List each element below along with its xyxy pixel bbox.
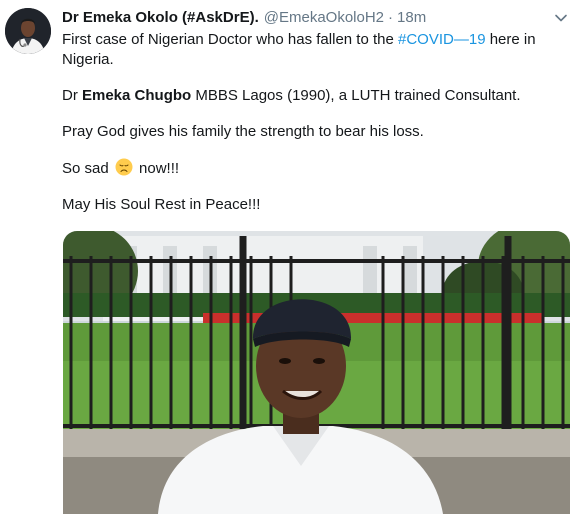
doctor-avatar-icon <box>5 8 51 54</box>
line2-pre: Dr <box>62 87 82 104</box>
tweet[interactable]: Dr Emeka Okolo (#AskDrE). @EmekaOkoloH2 … <box>0 0 577 514</box>
line4-pre: So sad <box>62 160 113 177</box>
tweet-text: First case of Nigerian Doctor who has fa… <box>62 30 562 215</box>
separator-dot: · <box>388 9 394 26</box>
tweet-line-1: First case of Nigerian Doctor who has fa… <box>62 30 562 70</box>
tweet-photo[interactable] <box>63 231 570 514</box>
disappointed-face-emoji-icon <box>115 158 133 176</box>
line1-pre: First case of Nigerian Doctor who has fa… <box>62 31 398 48</box>
tweet-content: Dr Emeka Okolo (#AskDrE). @EmekaOkoloH2 … <box>62 8 567 231</box>
photo-man-at-fence <box>63 231 570 514</box>
tweet-line-5: May His Soul Rest in Peace!!! <box>62 196 261 213</box>
tweet-line-2: Dr Emeka Chugbo MBBS Lagos (1990), a LUT… <box>62 86 562 106</box>
timestamp[interactable]: 18m <box>397 8 426 28</box>
line2-post: MBBS Lagos (1990), a LUTH trained Consul… <box>191 87 521 104</box>
tweet-line-3: Pray God gives his family the strength t… <box>62 123 424 140</box>
author-handle[interactable]: @EmekaOkoloH2 <box>264 8 384 28</box>
hashtag-link[interactable]: #COVID—19 <box>398 31 486 48</box>
line2-bold-name: Emeka Chugbo <box>82 87 192 104</box>
author-display-name[interactable]: Dr Emeka Okolo (#AskDrE). <box>62 8 259 28</box>
tweet-header: Dr Emeka Okolo (#AskDrE). @EmekaOkoloH2 … <box>62 8 562 28</box>
chevron-down-icon[interactable] <box>553 10 569 26</box>
avatar[interactable] <box>5 8 51 54</box>
tweet-line-4: So sad now!!! <box>62 158 562 179</box>
line4-post: now!!! <box>134 160 180 177</box>
